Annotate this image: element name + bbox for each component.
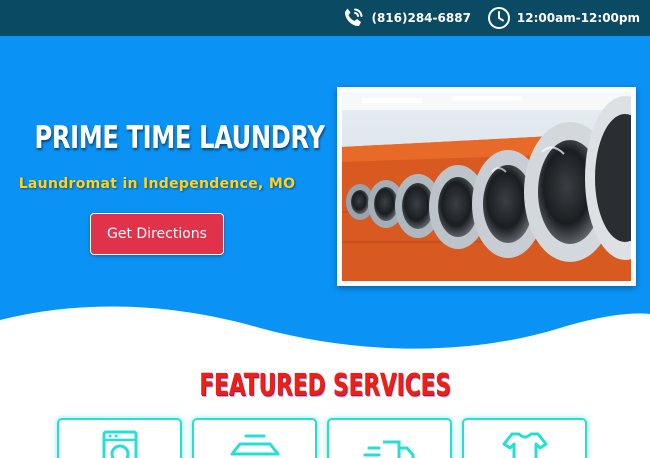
hero-title: PRIME TIME LAUNDRY xyxy=(34,120,325,156)
shirt-icon xyxy=(502,432,548,458)
top-bar: (816)284-6887 12:00am-12:00pm xyxy=(0,0,650,36)
featured-services-heading: FEATURED SERVICES xyxy=(199,368,451,403)
hours-text: 12:00am-12:00pm xyxy=(516,11,640,25)
service-card-dry-cleaning[interactable] xyxy=(462,418,587,458)
service-card-delivery[interactable] xyxy=(327,418,452,458)
service-card-folding[interactable] xyxy=(192,418,317,458)
laundromat-washers-image xyxy=(342,92,631,281)
business-hours: 12:00am-12:00pm xyxy=(487,6,640,30)
delivery-truck-icon xyxy=(363,440,415,458)
phone-number[interactable]: (816)284-6887 xyxy=(371,11,470,25)
get-directions-button[interactable]: Get Directions xyxy=(90,213,224,255)
service-card-washing[interactable] xyxy=(57,418,182,458)
phone-contact[interactable]: (816)284-6887 xyxy=(341,6,471,30)
clock-icon xyxy=(487,7,510,29)
washing-machine-icon xyxy=(102,430,138,458)
laundromat-photo xyxy=(337,87,636,286)
hero-subtitle: Laundromat in Independence, MO xyxy=(18,176,296,192)
folded-clothes-icon xyxy=(230,434,280,456)
hero-wave-divider xyxy=(0,306,650,360)
phone-icon xyxy=(345,8,363,27)
